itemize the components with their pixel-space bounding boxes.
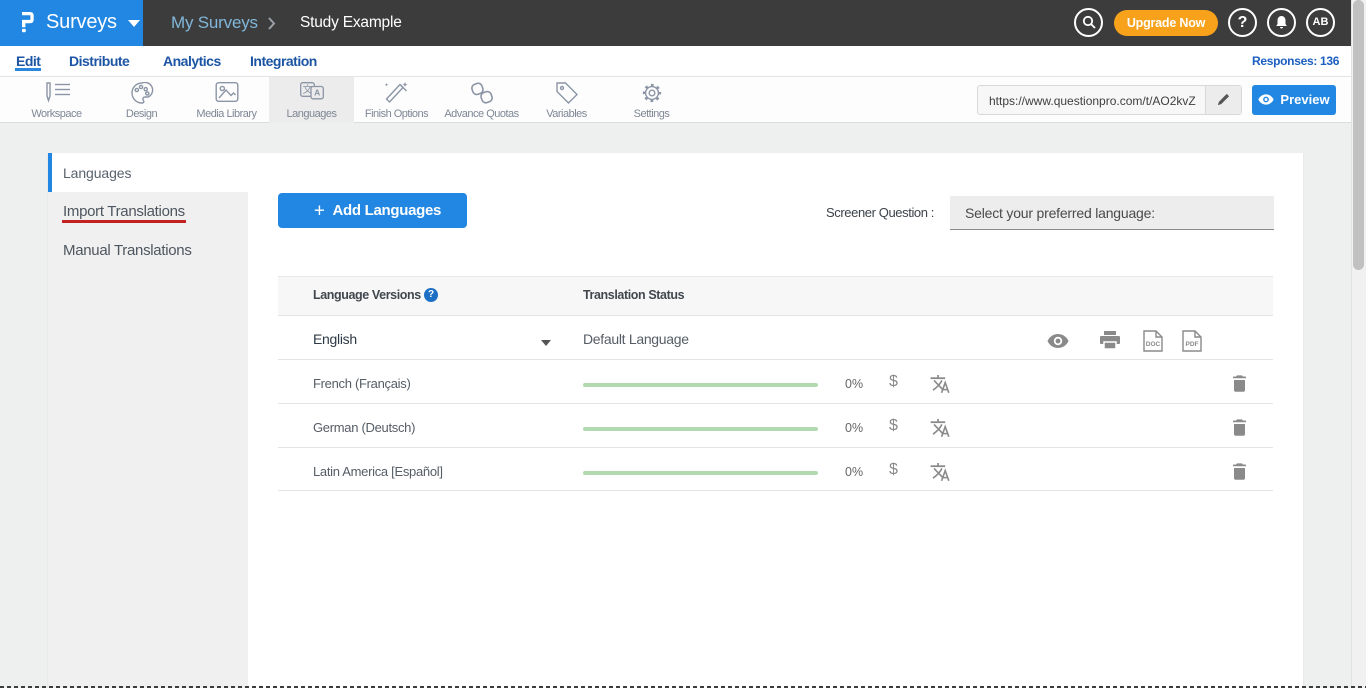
svg-text:PDF: PDF bbox=[1186, 341, 1199, 348]
svg-text:DOC: DOC bbox=[1146, 341, 1161, 348]
svg-text:A: A bbox=[314, 88, 320, 98]
